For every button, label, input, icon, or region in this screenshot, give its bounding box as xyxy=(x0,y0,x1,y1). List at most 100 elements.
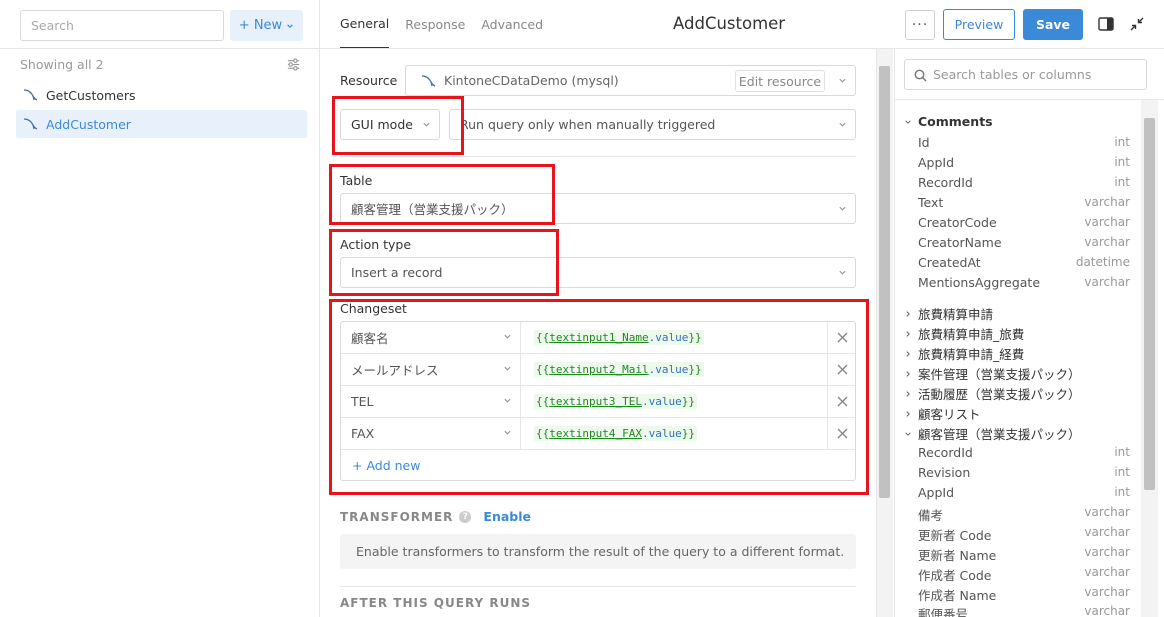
tab-general[interactable]: General xyxy=(340,0,390,49)
filter-settings-icon[interactable] xyxy=(286,57,301,72)
add-new-row-button[interactable]: + Add new xyxy=(352,458,420,473)
schema-table[interactable]: 旅費精算申請_旅費 xyxy=(904,324,1024,343)
schema-column[interactable]: RecordId int xyxy=(918,445,1130,460)
chevron-right-icon xyxy=(906,330,910,337)
changeset-key-select[interactable]: メールアドレス xyxy=(341,354,521,385)
brace-open: {{ xyxy=(536,363,550,376)
component-ref: textinput3_TEL xyxy=(549,395,642,408)
schema-table-name: Comments xyxy=(918,114,993,129)
schema-column[interactable]: CreatedAt datetime xyxy=(918,255,1130,270)
mode-select[interactable]: GUI mode xyxy=(340,109,440,140)
schema-scrollbar-thumb[interactable] xyxy=(1144,118,1155,490)
column-name: CreatorCode xyxy=(918,215,997,230)
schema-column[interactable]: Id int xyxy=(918,135,1130,150)
schema-column[interactable]: RecordId int xyxy=(918,175,1130,190)
component-ref: textinput4_FAX xyxy=(549,427,642,440)
schema-table-customer-mgmt[interactable]: 顧客管理（営業支援パック） xyxy=(904,424,1081,443)
schema-column[interactable]: AppId int xyxy=(918,485,1130,500)
schema-column[interactable]: MentionsAggregate varchar xyxy=(918,275,1130,290)
schema-column[interactable]: 備考 varchar xyxy=(918,505,1130,524)
column-name: Id xyxy=(918,135,930,150)
chevron-down-icon xyxy=(905,119,911,124)
schema-column[interactable]: AppId int xyxy=(918,155,1130,170)
schema-column[interactable]: Revision int xyxy=(918,465,1130,480)
schema-column[interactable]: CreatorCode varchar xyxy=(918,215,1130,230)
column-type: varchar xyxy=(1084,275,1130,289)
schema-table[interactable]: 旅費精算申請 xyxy=(904,304,993,323)
changeset-key: TEL xyxy=(351,394,374,409)
section-divider xyxy=(340,586,856,587)
schema-search-input[interactable]: Search tables or columns xyxy=(904,59,1147,90)
query-item-addcustomer[interactable]: AddCustomer xyxy=(16,110,307,138)
schema-column[interactable]: Text varchar xyxy=(918,195,1130,210)
schema-column[interactable]: 更新者 Name varchar xyxy=(918,545,1130,564)
schema-table[interactable]: 顧客リスト xyxy=(904,404,981,423)
tab-advanced[interactable]: Advanced xyxy=(481,0,543,49)
mode-value: GUI mode xyxy=(351,117,413,132)
changeset-row: TEL {{textinput3_TEL.value}} xyxy=(341,386,855,418)
search-icon xyxy=(914,69,927,82)
query-search-input[interactable] xyxy=(20,10,224,41)
schema-table-name: 顧客管理（営業支援パック） xyxy=(918,427,1081,442)
table-label: Table xyxy=(340,173,373,188)
editor-scrollbar-thumb[interactable] xyxy=(879,66,890,498)
brace-close: }} xyxy=(688,363,702,376)
changeset-key: メールアドレス xyxy=(351,363,439,378)
remove-row-icon[interactable] xyxy=(837,428,848,439)
column-type: varchar xyxy=(1084,505,1130,519)
toggle-panel-icon[interactable] xyxy=(1098,17,1114,31)
column-name: MentionsAggregate xyxy=(918,275,1041,290)
changeset-key-select[interactable]: 顧客名 xyxy=(341,322,521,353)
preview-button[interactable]: Preview xyxy=(943,9,1015,40)
changeset-table: 顧客名 {{textinput1_Name.value}} メールアドレス {{… xyxy=(340,321,856,481)
new-query-button[interactable]: + New xyxy=(230,10,303,41)
schema-column[interactable]: 作成者 Code varchar xyxy=(918,565,1130,584)
transformer-enable-link[interactable]: Enable xyxy=(483,509,531,524)
chevron-down-icon xyxy=(504,334,511,339)
chevron-down-icon xyxy=(504,398,511,403)
schema-column[interactable]: 作成者 Name varchar xyxy=(918,585,1130,604)
help-icon[interactable]: ? xyxy=(459,510,472,523)
brace-open: {{ xyxy=(536,395,550,408)
tab-response[interactable]: Response xyxy=(405,0,465,49)
changeset-value-input[interactable]: {{textinput2_Mail.value}} xyxy=(522,354,828,385)
query-item-getcustomers[interactable]: GetCustomers xyxy=(16,81,307,109)
schema-column[interactable]: CreatorName varchar xyxy=(918,235,1130,250)
component-ref: textinput2_Mail xyxy=(549,363,649,376)
table-select[interactable]: 顧客管理（営業支援パック） xyxy=(340,193,856,224)
action-type-select[interactable]: Insert a record xyxy=(340,257,856,288)
changeset-value-input[interactable]: {{textinput4_FAX.value}} xyxy=(522,418,828,449)
trigger-select[interactable]: Run query only when manually triggered xyxy=(449,109,856,140)
property: .value xyxy=(641,427,682,440)
collapse-arrows-icon[interactable] xyxy=(1130,17,1144,31)
column-name: 郵便番号 xyxy=(918,607,969,617)
more-options-button[interactable]: ··· xyxy=(905,10,935,40)
schema-table-comments[interactable]: Comments xyxy=(904,114,993,129)
section-divider xyxy=(340,156,856,157)
schema-column[interactable]: 更新者 Code varchar xyxy=(918,525,1130,544)
chevron-right-icon xyxy=(906,370,910,377)
schema-table[interactable]: 活動履歴（営業支援パック） xyxy=(904,384,1081,403)
schema-table[interactable]: 案件管理（営業支援パック） xyxy=(904,364,1081,383)
remove-row-icon[interactable] xyxy=(837,364,848,375)
remove-row-icon[interactable] xyxy=(837,332,848,343)
changeset-key-select[interactable]: TEL xyxy=(341,386,521,417)
column-type: varchar xyxy=(1084,585,1130,599)
schema-column[interactable]: 郵便番号 varchar xyxy=(918,604,1130,617)
changeset-key-select[interactable]: FAX xyxy=(341,418,521,449)
brace-open: {{ xyxy=(536,427,550,440)
left-divider xyxy=(0,48,319,49)
mysql-dolphin-icon xyxy=(23,89,38,101)
column-name: 作成者 Code xyxy=(918,568,992,583)
changeset-row: 顧客名 {{textinput1_Name.value}} xyxy=(341,322,855,354)
save-button[interactable]: Save xyxy=(1023,9,1083,40)
remove-row-icon[interactable] xyxy=(837,396,848,407)
changeset-value-input[interactable]: {{textinput1_Name.value}} xyxy=(522,322,828,353)
query-title[interactable]: AddCustomer xyxy=(673,14,785,33)
chevron-right-icon xyxy=(906,350,910,357)
column-type: int xyxy=(1114,445,1130,459)
edit-resource-button[interactable]: Edit resource xyxy=(735,70,825,92)
schema-table[interactable]: 旅費精算申請_経費 xyxy=(904,344,1024,363)
column-type: int xyxy=(1114,485,1130,499)
changeset-value-input[interactable]: {{textinput3_TEL.value}} xyxy=(522,386,828,417)
